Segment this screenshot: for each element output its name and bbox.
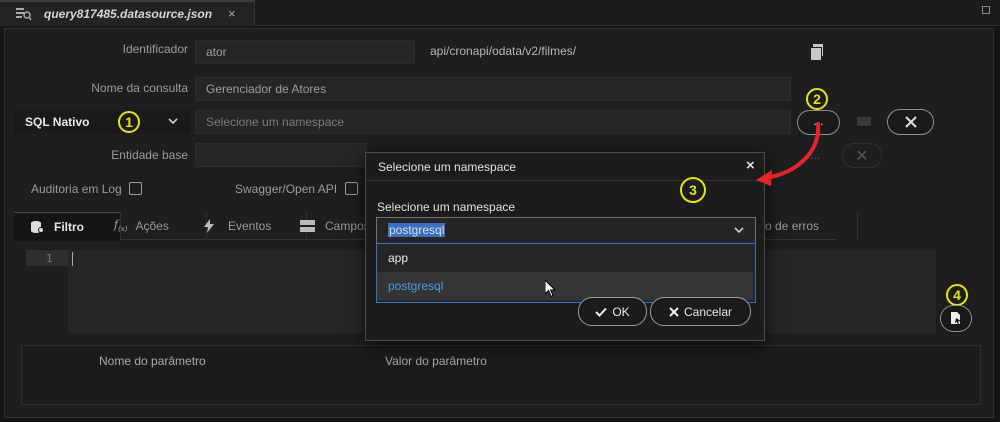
mode-select[interactable]: SQL Nativo: [14, 110, 190, 134]
cancel-button[interactable]: Cancelar: [650, 297, 751, 326]
tab-campos-label: Campos: [325, 219, 370, 233]
tab-eventos-label: Eventos: [228, 219, 272, 233]
clear-namespace-button[interactable]: [887, 109, 934, 135]
editor-tab-bar: query817485.datasource.json ×: [0, 0, 1000, 26]
close-icon: [669, 306, 679, 317]
chevron-down-icon: [734, 227, 744, 234]
ok-button[interactable]: OK: [578, 297, 647, 326]
parameter-button[interactable]: [940, 305, 972, 332]
tab-erros[interactable]: o de erros: [754, 212, 858, 240]
option-postgresql-label: postgresql: [388, 279, 444, 293]
tab-acoes-label: Ações: [135, 219, 169, 233]
nome-consulta-value: Gerenciador de Atores: [206, 82, 327, 96]
swagger-label: Swagger/Open API: [235, 182, 338, 196]
chevron-down-icon: [168, 118, 178, 125]
editor-cursor: [72, 252, 73, 266]
database-icon: [31, 221, 44, 233]
auditoria-checkbox[interactable]: [129, 182, 142, 195]
file-tab-title: query817485.datasource.json: [44, 7, 213, 21]
mode-select-value: SQL Nativo: [25, 115, 90, 129]
comment-icon[interactable]: [857, 117, 871, 126]
annotation-2: 2: [806, 88, 828, 110]
tab-filtro-label: Filtro: [54, 220, 84, 234]
entidade-clear-icon[interactable]: ✕: [842, 143, 882, 168]
option-app-label: app: [388, 251, 409, 265]
annotation-3: 3: [680, 177, 706, 203]
option-app[interactable]: app: [377, 244, 753, 272]
line-number: 1: [46, 252, 53, 265]
table-icon: [300, 220, 315, 232]
annotation-4: 4: [946, 284, 968, 306]
identificador-field[interactable]: ator: [195, 40, 415, 64]
swagger-checkbox[interactable]: [345, 182, 358, 195]
dialog-header-divider: [366, 180, 764, 181]
namespace-dropdown: app postgresql: [376, 243, 756, 303]
namespace-placeholder: Selecione um namespace: [206, 115, 345, 129]
tab-erros-label: o de erros: [765, 219, 820, 233]
function-icon: f(x): [114, 218, 128, 234]
red-arrow-annotation: [756, 122, 821, 186]
annotation-1: 1: [118, 111, 140, 133]
mouse-cursor-icon: [545, 280, 557, 298]
check-icon: [595, 307, 608, 317]
identificador-value: ator: [206, 45, 227, 59]
entidade-base-field[interactable]: [195, 143, 367, 167]
api-path: api/cronapi/odata/v2/filmes/: [430, 44, 577, 58]
namespace-select-value: postgresql: [388, 223, 446, 237]
ok-label: OK: [612, 304, 630, 319]
namespace-field-label: Selecione um namespace: [377, 200, 516, 214]
line-gutter-body: [26, 266, 68, 333]
auditoria-label: Auditoria em Log: [31, 182, 122, 196]
nome-consulta-label: Nome da consulta: [91, 81, 188, 95]
dialog-title: Selecione um namespace: [378, 160, 517, 174]
entidade-base-label: Entidade base: [111, 148, 188, 162]
namespace-field[interactable]: Selecione um namespace: [195, 110, 791, 134]
datasource-file-icon: [16, 8, 32, 21]
param-name-header: Nome do parâmetro: [99, 354, 206, 368]
nome-consulta-field[interactable]: Gerenciador de Atores: [195, 77, 791, 101]
params-table: Nome do parâmetro Valor do parâmetro: [21, 345, 981, 405]
cancel-label: Cancelar: [683, 304, 733, 319]
option-postgresql[interactable]: postgresql: [377, 272, 753, 300]
close-icon: [904, 116, 917, 128]
namespace-dialog: Selecione um namespace × Selecione um na…: [365, 152, 765, 341]
document-cursor-icon: [951, 312, 961, 325]
copy-icon[interactable]: [810, 44, 824, 61]
param-value-header: Valor do parâmetro: [385, 354, 487, 368]
lightning-icon: [204, 219, 214, 233]
close-tab-icon[interactable]: ×: [228, 6, 236, 21]
file-tab[interactable]: query817485.datasource.json ×: [0, 0, 255, 26]
maximize-icon[interactable]: [982, 6, 990, 14]
namespace-select[interactable]: postgresql: [376, 217, 756, 244]
identificador-label: Identificador: [122, 42, 188, 56]
